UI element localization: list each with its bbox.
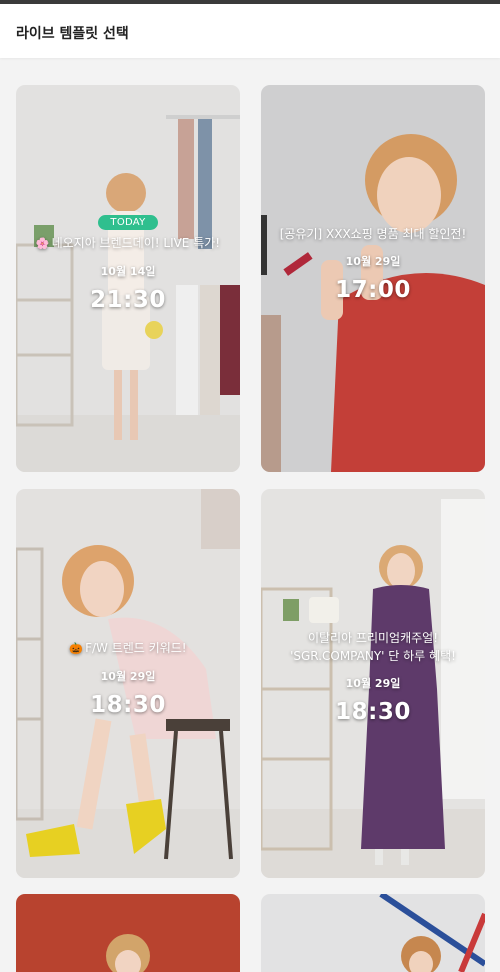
card-1-info: TODAY 🌸 네오지아 브렌드데이! LIVE 특가! 10월 14일 21:3… <box>16 210 240 313</box>
page-title: 라이브 템플릿 선택 <box>16 26 129 42</box>
card-4-title: 이탈리아 프리미엄캐주얼! 'SGR.COMPANY' 단 하루 혜택! <box>290 631 456 663</box>
template-card-3[interactable]: 🎃 F/W 트렌드 키워드! 10월 29일 18:30 <box>16 489 240 878</box>
today-badge: TODAY <box>98 215 158 230</box>
card-3-time: 18:30 <box>90 692 166 718</box>
card-2-date: 10월 29일 <box>345 255 401 268</box>
template-card-6[interactable] <box>261 894 485 972</box>
template-card-4[interactable]: 이탈리아 프리미엄캐주얼! 'SGR.COMPANY' 단 하루 혜택! 10월… <box>261 489 485 878</box>
card-2-time: 17:00 <box>335 277 411 303</box>
card-3-info: 🎃 F/W 트렌드 키워드! 10월 29일 18:30 <box>16 639 240 718</box>
card-1-date: 10월 14일 <box>100 265 156 278</box>
card-1-time: 21:30 <box>90 287 166 313</box>
card-1-title: 🌸 네오지아 브렌드데이! LIVE 특가! <box>35 236 221 250</box>
template-card-2[interactable]: [공유기] XXX쇼핑 명품 최대 할인전! 10월 29일 17:00 <box>261 85 485 472</box>
pumpkin-icon: 🎃 <box>69 642 84 655</box>
template-card-1[interactable]: TODAY 🌸 네오지아 브렌드데이! LIVE 특가! 10월 14일 21:3… <box>16 85 240 472</box>
app-header: 라이브 템플릿 선택 <box>0 4 500 58</box>
template-photo-6 <box>261 894 485 972</box>
card-3-date: 10월 29일 <box>100 670 156 683</box>
card-2-info: [공유기] XXX쇼핑 명품 최대 할인전! 10월 29일 17:00 <box>261 225 485 303</box>
card-4-time: 18:30 <box>335 699 411 725</box>
template-card-5[interactable] <box>16 894 240 972</box>
card-4-info: 이탈리아 프리미엄캐주얼! 'SGR.COMPANY' 단 하루 혜택! 10월… <box>261 629 485 725</box>
card-3-title: 🎃 F/W 트렌드 키워드! <box>69 641 187 655</box>
flower-icon: 🌸 <box>35 237 50 250</box>
card-4-date: 10월 29일 <box>345 677 401 690</box>
card-2-title: [공유기] XXX쇼핑 명품 최대 할인전! <box>279 227 467 241</box>
template-photo-5 <box>16 894 240 972</box>
